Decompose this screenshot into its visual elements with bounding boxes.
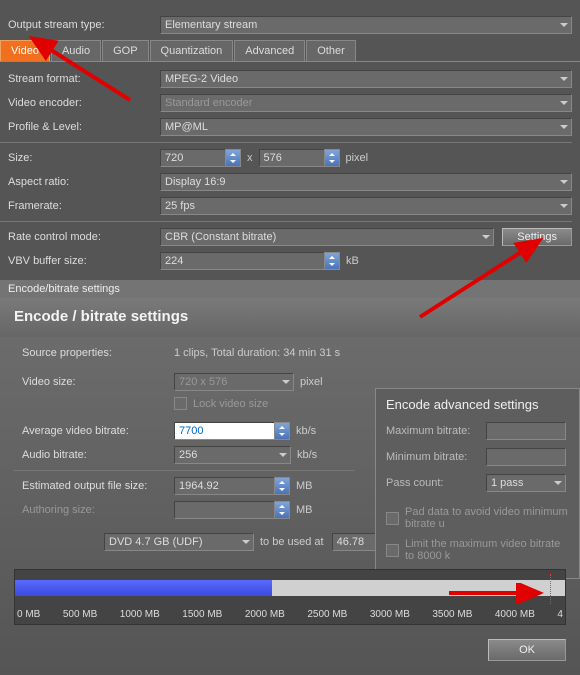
vbv-label: VBV buffer size: [0,255,160,267]
size-unit: pixel [346,152,369,164]
stream-format-label: Stream format: [0,73,160,85]
capacity-marker [550,574,551,604]
encode-dialog: Encode / bitrate settings Source propert… [0,298,580,673]
est-spinner[interactable] [174,477,290,495]
tab-advanced[interactable]: Advanced [234,40,305,61]
encoder-select[interactable]: Standard encoder [160,94,572,112]
lock-label: Lock video size [193,398,268,410]
settings-button[interactable]: Settings [502,228,572,246]
tab-video[interactable]: Video [0,40,50,61]
min-label: Minimum bitrate: [386,451,486,463]
video-panel: Stream format:MPEG-2 Video Video encoder… [0,61,580,280]
source-label: Source properties: [14,347,174,359]
profile-select[interactable]: MP@ML [160,118,572,136]
vidsize-select[interactable]: 720 x 576 [174,373,294,391]
source-value: 1 clips, Total duration: 34 min 31 s [174,347,340,359]
vbv-input[interactable] [160,252,324,270]
est-unit: MB [296,480,313,492]
tab-bar: Video Audio GOP Quantization Advanced Ot… [0,40,580,61]
output-type-label: Output stream type: [0,19,160,31]
audio-unit: kb/s [297,449,317,461]
auth-unit: MB [296,504,313,516]
rate-mode-select[interactable]: CBR (Constant bitrate) [160,228,494,246]
ok-button[interactable]: OK [488,639,566,661]
vidsize-label: Video size: [14,376,174,388]
tab-quantization[interactable]: Quantization [150,40,234,61]
pass-select[interactable]: 1 pass [486,474,566,492]
lock-checkbox[interactable] [174,397,187,410]
max-label: Maximum bitrate: [386,425,486,437]
avg-unit: kb/s [296,425,316,437]
avg-spinner[interactable] [174,422,290,440]
advanced-title: Encode advanced settings [386,397,569,412]
stream-format-select[interactable]: MPEG-2 Video [160,70,572,88]
tab-audio[interactable]: Audio [51,40,101,61]
max-input [486,422,566,440]
limit-checkbox [386,544,399,557]
bar-fill [15,580,272,596]
pass-label: Pass count: [386,477,486,489]
tab-other[interactable]: Other [306,40,356,61]
used-label: to be used at [260,536,324,548]
vidsize-unit: pixel [300,376,323,388]
auth-input [174,501,274,519]
audio-select[interactable]: 256 [174,446,291,464]
aspect-select[interactable]: Display 16:9 [160,173,572,191]
capacity-graph: 0 MB 500 MB 1000 MB 1500 MB 2000 MB 2500… [14,569,566,625]
encoder-label: Video encoder: [0,97,160,109]
vbv-unit: kB [346,255,359,267]
framerate-select[interactable]: 25 fps [160,197,572,215]
est-label: Estimated output file size: [14,480,174,492]
rate-mode-label: Rate control mode: [0,231,160,243]
ticks: 0 MB 500 MB 1000 MB 1500 MB 2000 MB 2500… [15,609,565,620]
pad-checkbox [386,512,399,525]
min-input [486,448,566,466]
aspect-label: Aspect ratio: [0,176,160,188]
est-input[interactable] [174,477,274,495]
limit-label: Limit the maximum video bitrate to 8000 … [405,538,569,562]
media-select[interactable]: DVD 4.7 GB (UDF) [104,533,254,551]
vbv-spinner[interactable] [160,252,340,270]
avg-input[interactable] [174,422,274,440]
auth-spinner [174,501,290,519]
advanced-box: Encode advanced settings Maximum bitrate… [375,388,580,579]
dialog-section-title: Encode/bitrate settings [0,280,580,298]
auth-label: Authoring size: [14,504,174,516]
tab-gop[interactable]: GOP [102,40,148,61]
audio-label: Audio bitrate: [14,449,174,461]
size-x: x [247,152,253,164]
size-label: Size: [0,152,160,164]
output-type-select[interactable]: Elementary stream [160,16,572,34]
size-width-input[interactable] [160,149,225,167]
size-width-spinner[interactable] [160,149,241,167]
avg-label: Average video bitrate: [14,425,174,437]
dialog-title: Encode / bitrate settings [0,298,580,337]
profile-label: Profile & Level: [0,121,160,133]
size-height-spinner[interactable] [259,149,340,167]
framerate-label: Framerate: [0,200,160,212]
size-height-input[interactable] [259,149,324,167]
pad-label: Pad data to avoid video minimum bitrate … [405,506,569,530]
